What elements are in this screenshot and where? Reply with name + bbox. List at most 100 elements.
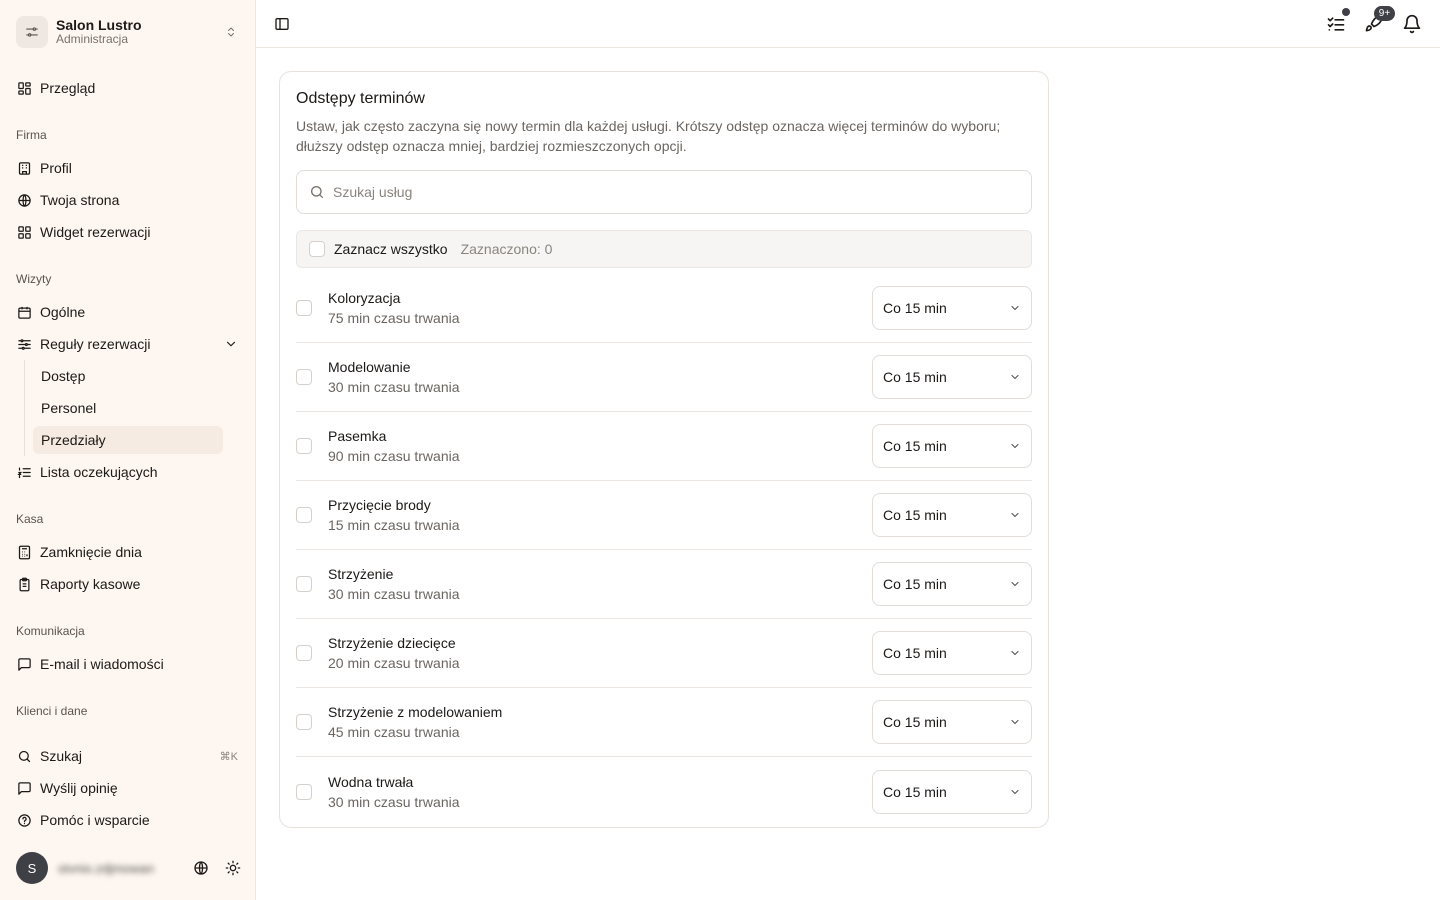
list-item: Przycięcie brody 15 min czasu trwania Co …: [296, 481, 1032, 550]
nav-email-label: E-mail i wiadomości: [40, 656, 164, 672]
sub-item-intervals-label: Przedziały: [41, 432, 106, 448]
nav-feedback[interactable]: Wyślij opinię: [16, 776, 240, 800]
service-name: Wodna trwała: [328, 773, 414, 790]
search-shortcut: ⌘K: [219, 750, 238, 763]
rocket-icon[interactable]: 9+: [1364, 6, 1395, 34]
panel-left-icon[interactable]: [274, 16, 290, 32]
service-search[interactable]: [296, 170, 1032, 214]
interval-select[interactable]: Co 15 min: [872, 424, 1032, 468]
interval-select[interactable]: Co 15 min: [872, 631, 1032, 675]
service-checkbox[interactable]: [296, 783, 312, 800]
search-input[interactable]: [333, 184, 1031, 200]
interval-select[interactable]: Co 15 min: [872, 493, 1032, 537]
interval-select[interactable]: Co 15 min: [872, 700, 1032, 744]
intervals-card: Odstępy terminów Ustaw, jak często zaczy…: [279, 71, 1049, 828]
submenu-line: [24, 360, 25, 456]
message-square-icon: [16, 780, 32, 796]
nav-waitlist[interactable]: Lista oczekujących: [16, 460, 240, 484]
nav-feedback-label: Wyślij opinię: [40, 780, 118, 796]
interval-select[interactable]: Co 15 min: [872, 355, 1032, 399]
interval-value: Co 15 min: [883, 507, 947, 523]
nav-booking-rules-label: Reguły rezerwacji: [40, 336, 151, 352]
service-checkbox[interactable]: [296, 438, 312, 454]
chevron-down-icon: [1009, 716, 1021, 728]
service-duration: 45 min czasu trwania: [328, 724, 460, 740]
nav-email[interactable]: E-mail i wiadomości: [16, 652, 240, 676]
select-all-checkbox[interactable]: [309, 241, 325, 257]
service-checkbox[interactable]: [296, 369, 312, 385]
select-all-label[interactable]: Zaznacz wszystko: [334, 241, 448, 257]
grid-icon: [16, 224, 32, 240]
avatar[interactable]: S: [16, 852, 48, 884]
search-icon: [16, 748, 32, 764]
service-duration: 30 min czasu trwania: [328, 586, 460, 602]
select-all-bar: Zaznacz wszystko Zaznaczono: 0: [296, 230, 1032, 268]
nav-overview[interactable]: Przegląd: [16, 76, 240, 100]
tasks-icon[interactable]: [1326, 8, 1350, 34]
sidebar: Salon Lustro Administracja Przegląd Firm…: [0, 0, 256, 900]
nav-day-close-label: Zamknięcie dnia: [40, 544, 142, 560]
service-name: Strzyżenie z modelowaniem: [328, 704, 503, 720]
sun-icon[interactable]: [224, 859, 242, 877]
nav-help[interactable]: Pomóc i wsparcie: [16, 808, 240, 832]
interval-value: Co 15 min: [883, 300, 947, 316]
nav-website[interactable]: Twoja strona: [16, 188, 240, 212]
list-item: Pasemka 90 min czasu trwania Co 15 min: [296, 412, 1032, 481]
service-name: Strzyżenie dziecięce: [328, 635, 456, 651]
nav-cash-reports-label: Raporty kasowe: [40, 576, 141, 592]
calculator-icon: [16, 544, 32, 560]
bell-icon[interactable]: [1402, 14, 1422, 34]
nav-profile[interactable]: Profil: [16, 156, 240, 180]
selected-count: Zaznaczono: 0: [460, 241, 553, 257]
service-checkbox[interactable]: [296, 300, 312, 316]
section-firma: Firma: [16, 128, 47, 142]
list-item: Wodna trwała 30 min czasu trwania Co 15 m…: [296, 757, 1032, 826]
chevron-down-icon: [1009, 509, 1021, 521]
nav-website-label: Twoja strona: [40, 192, 120, 208]
globe-icon[interactable]: [192, 859, 210, 877]
interval-value: Co 15 min: [883, 369, 947, 385]
nav-general-label: Ogólne: [40, 304, 86, 320]
service-duration: 90 min czasu trwania: [328, 448, 460, 464]
calendar-icon: [16, 304, 32, 320]
topbar: 9+: [256, 0, 1440, 48]
nav-search[interactable]: Szukaj ⌘K: [16, 744, 240, 768]
card-description: Ustaw, jak często zaczyna się nowy termi…: [296, 118, 1001, 154]
building-icon: [16, 160, 32, 176]
org-switcher[interactable]: Salon Lustro Administracja: [16, 16, 240, 48]
chevron-down-icon: [1009, 440, 1021, 452]
sub-item-staff[interactable]: Personel: [33, 394, 223, 422]
user-menu[interactable]: S stvnio.zdjmowan: [16, 852, 242, 884]
service-name: Modelowanie: [328, 359, 411, 375]
updates-badge: 9+: [1374, 6, 1395, 21]
tasks-indicator-dot: [1342, 8, 1350, 16]
list-item: Koloryzacja 75 min czasu trwania Co 15 mi…: [296, 274, 1032, 343]
sub-item-access[interactable]: Dostęp: [33, 362, 223, 390]
interval-select[interactable]: Co 15 min: [872, 562, 1032, 606]
sliders-icon: [16, 16, 48, 48]
interval-select[interactable]: Co 15 min: [872, 769, 1032, 814]
nav-widget[interactable]: Widget rezerwacji: [16, 220, 240, 244]
nav-general[interactable]: Ogólne: [16, 300, 240, 324]
service-duration: 30 min czasu trwania: [328, 793, 460, 810]
chevron-down-icon: [1009, 647, 1021, 659]
nav-day-close[interactable]: Zamknięcie dnia: [16, 540, 240, 564]
chevron-down-icon: [1009, 578, 1021, 590]
nav-widget-label: Widget rezerwacji: [40, 224, 151, 240]
service-name: Przycięcie brody: [328, 497, 431, 513]
service-duration: 15 min czasu trwania: [328, 517, 460, 533]
sub-item-intervals[interactable]: Przedziały: [33, 426, 223, 454]
service-checkbox[interactable]: [296, 507, 312, 523]
chevron-down-icon: [1009, 786, 1021, 798]
service-checkbox[interactable]: [296, 645, 312, 661]
nav-overview-label: Przegląd: [40, 80, 96, 96]
message-square-icon: [16, 656, 32, 672]
interval-select[interactable]: Co 15 min: [872, 286, 1032, 330]
org-subtitle: Administracja: [56, 32, 129, 47]
section-wizyty: Wizyty: [16, 272, 52, 286]
service-checkbox[interactable]: [296, 576, 312, 592]
nav-booking-rules[interactable]: Reguły rezerwacji: [16, 332, 240, 356]
nav-cash-reports[interactable]: Raporty kasowe: [16, 572, 240, 596]
service-checkbox[interactable]: [296, 714, 312, 730]
layout-grid-icon: [16, 80, 32, 96]
